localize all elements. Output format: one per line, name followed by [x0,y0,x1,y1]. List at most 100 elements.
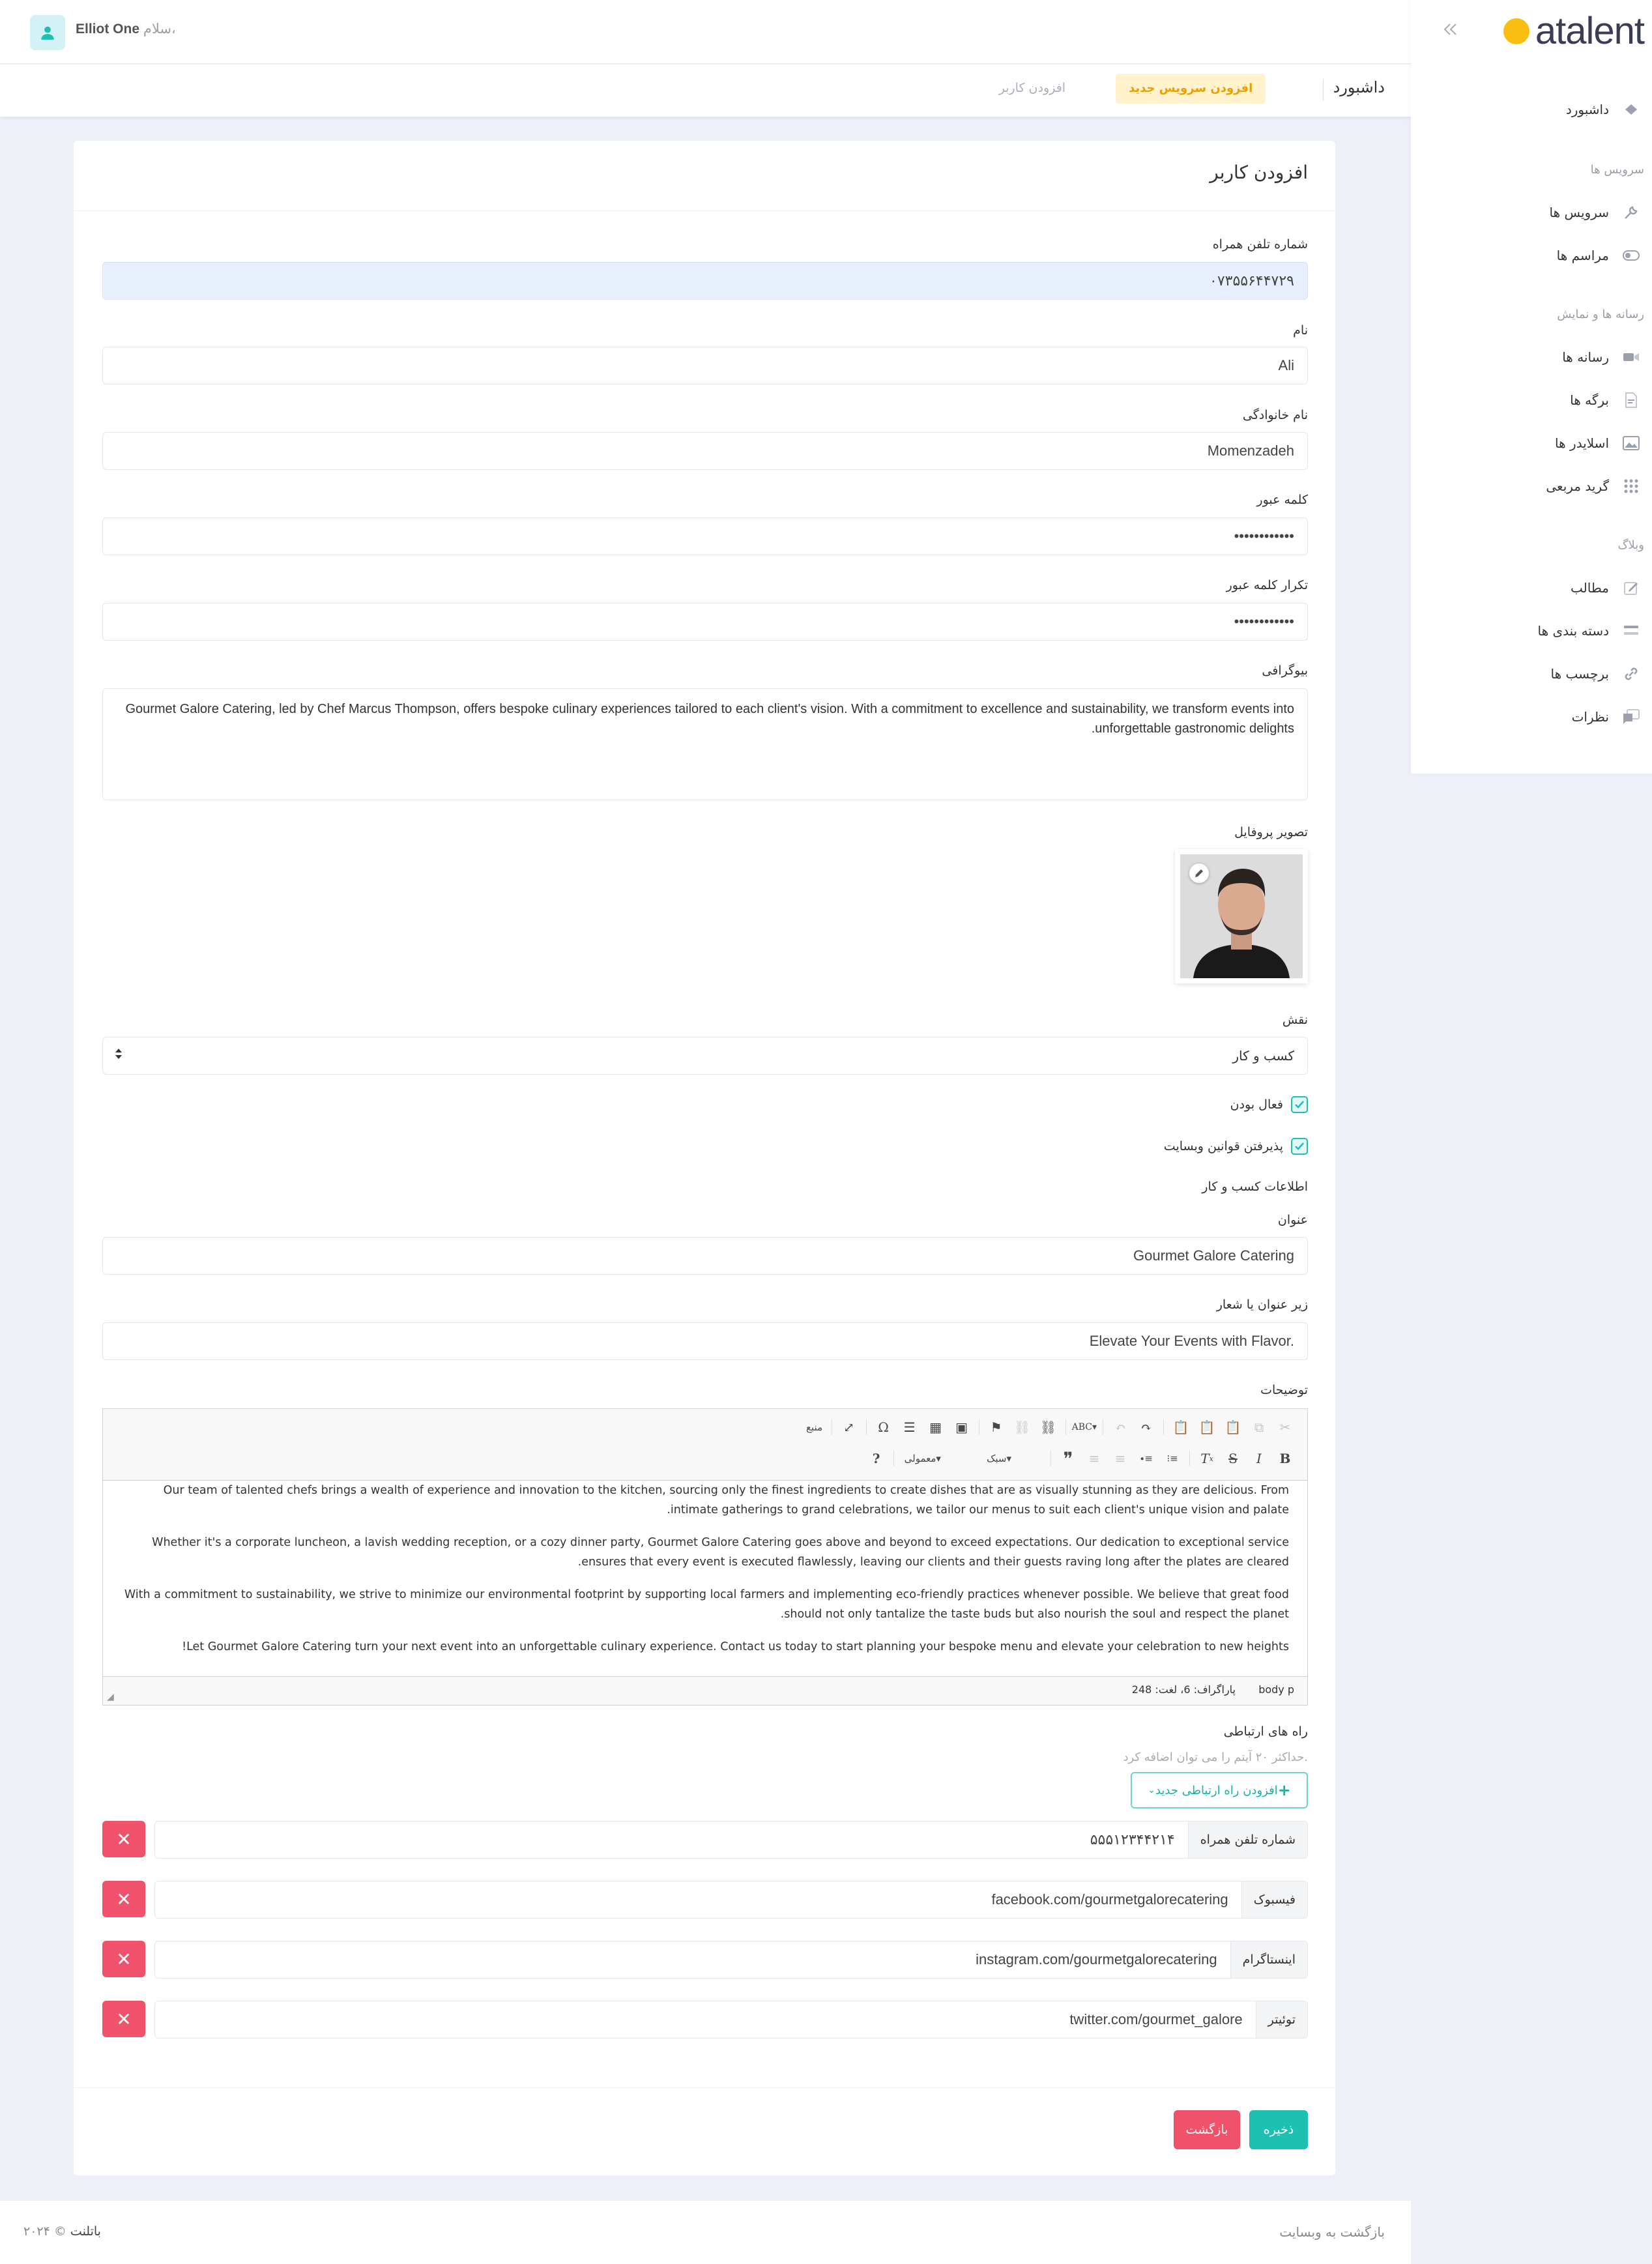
contact-row: ✕ توئیتر twitter.com/gourmet_galore [102,2001,1308,2039]
unlink-icon[interactable]: ⛓ [1011,1416,1034,1438]
sidebar-item-media[interactable]: رسانه ها [1411,338,1652,377]
remove-format-icon[interactable]: Tx [1196,1447,1218,1470]
user-greeting[interactable]: Elliot One سلام، [76,21,176,37]
special-char-icon[interactable]: Ω [873,1416,895,1438]
first-name-input[interactable]: Ali [102,347,1308,385]
description-editor[interactable]: ✂ ⧉ 📋 📋 📋 ↷ ↶ ABC▾ ⛓ ⛓ ⚑ ▣ ▦ ☰ Ω ⤢ منبع … [102,1408,1308,1705]
strike-icon[interactable]: S [1222,1447,1244,1470]
terms-checkbox[interactable] [1291,1138,1308,1155]
sidebar-item-categories[interactable]: دسته بندی ها [1411,611,1652,650]
contact-field: شماره تلفن همراه ۵۵۵۱۲۳۴۴۲۱۴ [154,1821,1308,1859]
logo[interactable]: atalent [1501,10,1645,52]
page-footer: بازگشت به وبسایت باتلنت © ۲۰۲۴ [0,2201,1411,2264]
paste-icon[interactable]: 📋 [1222,1416,1244,1438]
sidebar-item-grid[interactable]: گرید مربعی [1411,467,1652,506]
redo-icon[interactable]: ↶ [1109,1416,1131,1438]
help-icon[interactable]: ? [865,1447,888,1470]
breadcrumb: داشبورد افزودن کاربر افزودن سرویس جدید [0,65,1411,117]
numbered-list-icon[interactable]: ⁝≡ [1161,1447,1183,1470]
contact-value-input[interactable]: facebook.com/gourmetgalorecatering [155,1881,1241,1918]
contact-field: توئیتر twitter.com/gourmet_galore [154,2001,1308,2039]
back-button[interactable]: بازگشت [1174,2110,1240,2149]
password-repeat-input[interactable]: •••••••••••• [102,603,1308,641]
contact-value-input[interactable]: instagram.com/gourmetgalorecatering [155,1941,1230,1978]
format-dropdown-label: معمولی [904,1453,936,1464]
format-dropdown[interactable]: معمولی ▾ [905,1447,974,1470]
delete-contact-button[interactable]: ✕ [102,1941,145,1977]
spellcheck-icon[interactable]: ABC▾ [1072,1416,1097,1438]
footer-brand[interactable]: باتلنت [70,2224,101,2239]
horizontal-line-icon[interactable]: ☰ [899,1416,921,1438]
source-button[interactable]: منبع [804,1416,826,1438]
anchor-flag-icon[interactable]: ⚑ [985,1416,1007,1438]
sidebar-heading-media: رسانه ها و نمایش [1557,308,1644,321]
sidebar-item-comments[interactable]: نظرات [1411,697,1652,736]
undo-icon[interactable]: ↷ [1135,1416,1157,1438]
profile-photo[interactable] [1175,849,1308,983]
last-name-input[interactable]: Momenzadeh [102,432,1308,470]
add-contact-button[interactable]: ⌄ افزودن راه ارتباطی جدید + [1131,1772,1308,1808]
insert-table-icon[interactable]: ▦ [925,1416,947,1438]
password-input[interactable]: •••••••••••• [102,517,1308,555]
edit-photo-button[interactable] [1189,864,1209,883]
top-bar: Elliot One سلام، [0,0,1411,64]
dropdown-caret-icon: ▾ [936,1453,941,1464]
paste-word-icon[interactable]: 📋 [1170,1416,1192,1438]
bio-textarea[interactable]: Gourmet Galore Catering, led by Chef Mar… [102,688,1308,800]
maximize-icon[interactable]: ⤢ [838,1416,860,1438]
business-title-input[interactable]: Gourmet Galore Catering [102,1237,1308,1275]
delete-contact-button[interactable]: ✕ [102,2001,145,2037]
user-avatar[interactable] [30,15,65,50]
sidebar: atalent داشبورد سرویس ها سرویس ها مراسم … [1411,0,1652,774]
styles-dropdown[interactable]: سبک ▾ [987,1447,1040,1470]
outdent-icon[interactable]: ≡ [1109,1447,1131,1470]
sidebar-item-services[interactable]: سرویس ها [1411,193,1652,232]
insert-image-icon[interactable]: ▣ [951,1416,973,1438]
back-to-site-link[interactable]: بازگشت به وبسایت [1279,2224,1385,2240]
sidebar-item-pages[interactable]: برگه ها [1411,381,1652,420]
link-icon[interactable]: ⛓ [1037,1416,1060,1438]
terms-checkbox-row[interactable]: پذیرفتن قوانین وبسایت [1164,1138,1308,1155]
add-service-badge[interactable]: افزودن سرویس جدید [1116,74,1266,104]
paste-text-icon[interactable]: 📋 [1196,1416,1218,1438]
contact-value-input[interactable]: ۵۵۵۱۲۳۴۴۲۱۴ [155,1821,1188,1858]
business-subtitle-input[interactable]: Elevate Your Events with Flavor. [102,1322,1308,1360]
active-checkbox[interactable] [1291,1096,1308,1113]
delete-contact-button[interactable]: ✕ [102,1821,145,1857]
indent-icon[interactable]: ≡ [1083,1447,1105,1470]
sidebar-item-tags[interactable]: برچسب ها [1411,654,1652,693]
sidebar-item-posts[interactable]: مطالب [1411,568,1652,607]
styles-dropdown-label: سبک [986,1453,1007,1464]
sidebar-item-dashboard[interactable]: داشبورد [1411,90,1652,129]
contact-type: فیسبوک [1241,1881,1307,1918]
check-icon [1295,1101,1304,1109]
contact-value-input[interactable]: twitter.com/gourmet_galore [155,2001,1256,2038]
bold-icon[interactable]: B [1274,1447,1296,1470]
collapse-sidebar-icon[interactable] [1441,20,1460,43]
italic-icon[interactable]: I [1248,1447,1270,1470]
resize-handle-icon[interactable]: ◢ [107,1692,114,1702]
sidebar-item-sliders[interactable]: اسلایدر ها [1411,424,1652,463]
contacts-label: راه های ارتباطی [1223,1724,1308,1739]
editor-element-path[interactable]: body p [1258,1683,1294,1696]
sidebar-item-label: داشبورد [1565,102,1609,117]
phone-input[interactable]: ۰۷۳۵۵۶۴۴۷۲۹ [102,262,1308,300]
cut-icon[interactable]: ✂ [1274,1416,1296,1438]
blockquote-icon[interactable]: ❞ [1057,1447,1079,1470]
select-caret-icon [115,1047,123,1064]
active-checkbox-row[interactable]: فعال بودن [1230,1096,1308,1113]
role-select[interactable]: کسب و کار [102,1037,1308,1075]
bullet-list-icon[interactable]: ∙≡ [1135,1447,1157,1470]
check-icon [1295,1142,1304,1150]
breadcrumb-link-add-user[interactable]: افزودن کاربر [999,81,1065,95]
delete-contact-button[interactable]: ✕ [102,1881,145,1917]
sidebar-item-label: نظرات [1571,709,1609,725]
role-select-value: کسب و کار [1232,1048,1294,1064]
save-button[interactable]: ذخیره [1249,2110,1308,2149]
editor-content[interactable]: Our team of talented chefs brings a weal… [103,1481,1307,1676]
copy-icon[interactable]: ⧉ [1248,1416,1270,1438]
sidebar-item-events[interactable]: مراسم ها [1411,236,1652,275]
sidebar-item-label: سرویس ها [1549,205,1609,220]
plus-icon: + [1277,1781,1291,1799]
close-icon: ✕ [116,1828,132,1850]
